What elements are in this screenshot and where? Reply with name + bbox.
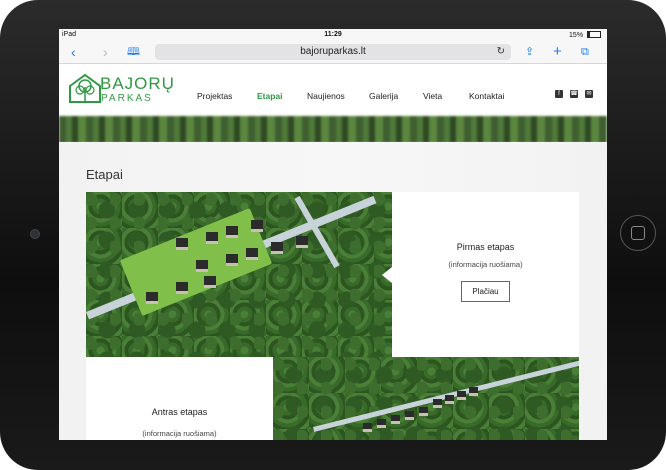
stage-2-subtitle: (informacija ruošiama) [142,429,217,438]
browser-toolbar: ‹ › 🕮 bajoruparkas.lt ↻ ⇪ + ⧉ [59,41,607,64]
forward-icon[interactable]: › [103,44,108,60]
stage-1-card: Pirmas etapas (informacija ruošiama) Pla… [392,192,579,357]
status-time: 11:29 [324,31,342,38]
stage-2-card: Antras etapas (informacija ruošiama) [86,357,273,440]
new-tab-icon[interactable]: + [553,44,562,60]
reload-icon[interactable]: ↻ [497,44,505,60]
logo-text: BAJORŲ [100,74,175,93]
stage-2-image[interactable] [273,357,579,440]
home-button[interactable] [620,215,656,251]
battery-icon [587,31,601,38]
back-icon[interactable]: ‹ [71,44,76,60]
facebook-icon[interactable]: f [555,90,563,98]
page-content: Etapai Pirmas etapas (informacija ruošia… [59,142,607,440]
mail-icon[interactable]: ✉ [585,90,593,98]
battery-percent: 15% [569,32,584,39]
logo-subtext: PARKAS [101,93,153,104]
screen: iPad 11:29 15% ‹ › 🕮 bajoruparkas.lt ↻ ⇪… [59,29,607,440]
stage-1-subtitle: (informacija ruošiama) [448,260,523,269]
nav-naujienos[interactable]: Naujienos [307,91,345,101]
camera-icon [30,229,40,239]
card-pointer [382,267,392,283]
page-title: Etapai [86,167,123,182]
nav-galerija[interactable]: Galerija [369,91,398,101]
address-bar[interactable]: bajoruparkas.lt ↻ [155,44,511,60]
share-icon[interactable]: ⇪ [525,44,534,60]
nav-etapai[interactable]: Etapai [257,91,283,101]
bookmarks-icon[interactable]: 🕮 [127,44,140,60]
stage-1-title: Pirmas etapas [456,242,515,252]
nav-kontaktai[interactable]: Kontaktai [469,91,504,101]
status-bar: iPad 11:29 15% [59,29,607,41]
site-header: BAJORŲ PARKAS Projektas Etapai Naujienos… [59,64,607,116]
url-text: bajoruparkas.lt [300,46,366,57]
phone-icon[interactable]: ☎ [570,90,578,98]
stage-1-more-button[interactable]: Plačiau [461,281,510,302]
tabs-icon[interactable]: ⧉ [581,44,589,60]
battery-status: 15% [569,31,601,39]
ipad-frame: iPad 11:29 15% ‹ › 🕮 bajoruparkas.lt ↻ ⇪… [0,0,666,470]
logo-house-icon[interactable] [68,73,102,103]
nav-vieta[interactable]: Vieta [423,91,442,101]
banner-image [59,116,607,143]
stage-2-title: Antras etapas [151,407,208,417]
stage-1-image[interactable] [86,192,392,357]
nav-projektas[interactable]: Projektas [197,91,232,101]
